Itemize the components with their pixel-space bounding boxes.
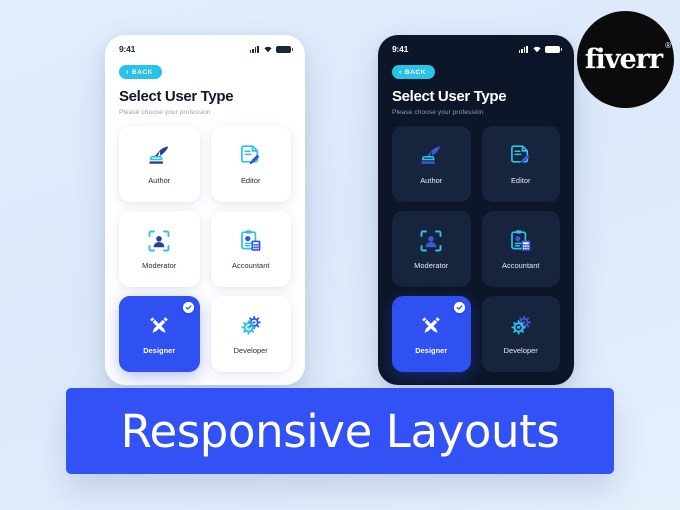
user-type-card-developer[interactable]: Developer [481,295,560,372]
card-label: Editor [240,175,261,185]
phone-mockup-dark: 9:41 ‹ BACK Select User Type Please choo… [378,35,574,385]
back-button-label: BACK [131,68,153,76]
clipboard-calculator-icon [238,228,264,254]
selected-check-badge [182,301,194,313]
back-button[interactable]: ‹ BACK [119,65,162,79]
design-tools-icon [146,313,172,339]
promo-graphic: 9:41 ‹ BACK Select User Type Please choo… [0,0,680,510]
card-label: Developer [503,345,538,355]
back-button-label: BACK [404,68,426,76]
status-bar: 9:41 [105,35,305,57]
user-type-card-accountant[interactable]: Accountant [481,210,560,287]
back-button[interactable]: ‹ BACK [392,65,435,79]
registered-trademark-icon: ® [665,41,672,50]
page-heading: Select User Type Please choose your prof… [105,79,305,116]
phone-mockup-light: 9:41 ‹ BACK Select User Type Please choo… [105,35,305,385]
fiverr-wordmark: fiverr ® [584,41,671,75]
user-type-card-moderator[interactable]: Moderator [119,210,200,287]
card-label: Accountant [502,260,540,270]
page-subtitle: Please choose your profession [119,108,211,116]
status-icons [518,45,563,53]
wifi-icon [263,45,273,53]
card-label: Editor [510,175,531,185]
card-label: Accountant [232,260,270,270]
user-type-card-designer[interactable]: Designer [392,295,471,372]
card-label: Designer [415,345,448,355]
gears-icon [508,313,534,339]
document-pencil-icon [508,143,534,169]
user-type-card-moderator[interactable]: Moderator [392,210,471,287]
status-time: 9:41 [119,44,136,54]
clipboard-calculator-icon [508,228,534,254]
promo-banner-text: Responsive Layouts [120,404,560,458]
page-heading: Select User Type Please choose your prof… [378,79,574,116]
card-label: Developer [233,345,268,355]
document-pencil-icon [238,143,264,169]
selected-check-badge [453,301,465,313]
status-icons [249,45,294,53]
user-type-grid: Author Editor Moderator Accountant Desig… [105,125,305,372]
status-time: 9:41 [392,44,409,54]
fiverr-wordmark-text: fiverr [584,44,663,75]
user-type-card-author[interactable]: Author [119,125,200,202]
quill-pen-icon [146,143,172,169]
user-type-card-designer[interactable]: Designer [119,295,200,372]
user-type-grid: Author Editor Moderator Accountant Desig… [378,125,574,372]
gears-icon [238,313,264,339]
promo-banner: Responsive Layouts [66,388,614,474]
quill-pen-icon [418,143,444,169]
card-label: Moderator [414,260,449,270]
page-subtitle: Please choose your profession [392,108,484,116]
cellular-signal-icon [249,45,259,53]
card-label: Moderator [142,260,177,270]
fiverr-logo: fiverr ® [577,11,674,108]
status-bar: 9:41 [378,35,574,57]
battery-icon [276,45,294,53]
user-type-card-editor[interactable]: Editor [481,125,560,202]
cellular-signal-icon [518,45,528,53]
card-label: Designer [143,345,176,355]
page-title: Select User Type [119,88,234,105]
chevron-left-icon: ‹ [126,68,129,76]
user-type-card-accountant[interactable]: Accountant [210,210,291,287]
wifi-icon [532,45,542,53]
design-tools-icon [418,313,444,339]
user-scan-icon [418,228,444,254]
chevron-left-icon: ‹ [399,68,402,76]
user-type-card-author[interactable]: Author [392,125,471,202]
page-title: Select User Type [392,88,507,105]
user-type-card-developer[interactable]: Developer [210,295,291,372]
card-label: Author [420,175,443,185]
card-label: Author [148,175,171,185]
user-scan-icon [146,228,172,254]
user-type-card-editor[interactable]: Editor [210,125,291,202]
battery-icon [545,45,563,53]
